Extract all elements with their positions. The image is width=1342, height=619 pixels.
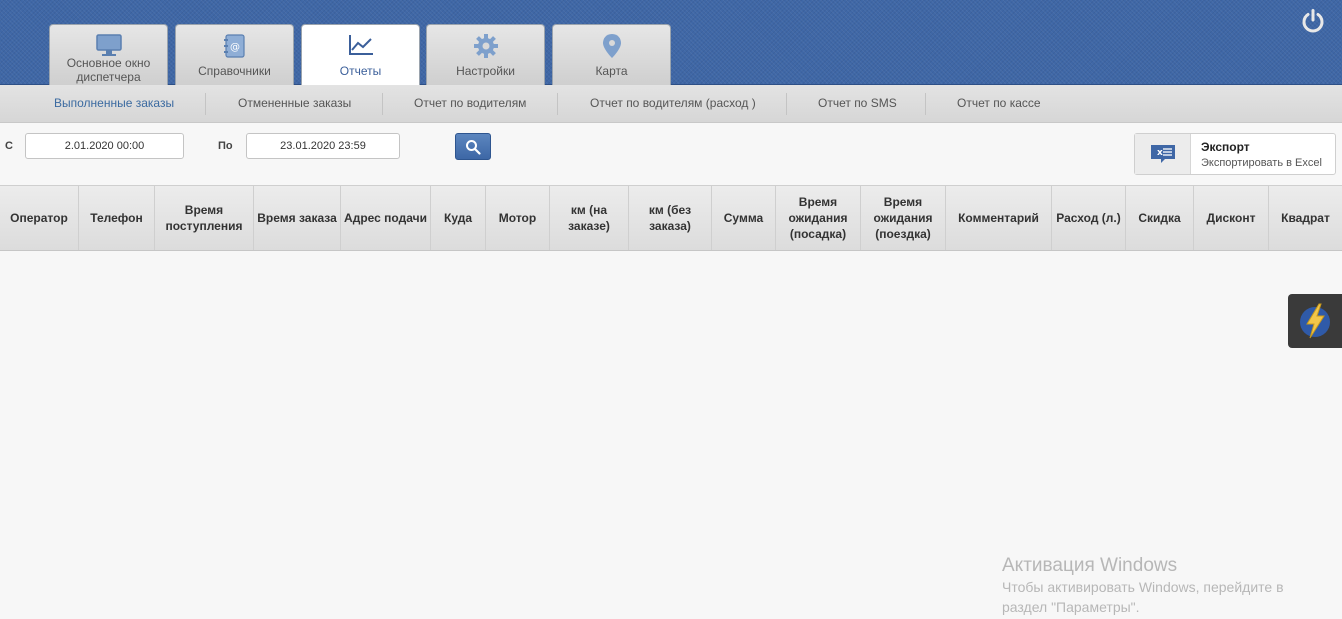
- column-header-wait-trip[interactable]: Время ожидания (поездка): [861, 186, 946, 250]
- subnav-drivers-report[interactable]: Отчет по водителям: [414, 96, 526, 110]
- tab-dispatcher-label-line2: диспетчера: [76, 70, 141, 84]
- export-excel-button[interactable]: x Экспорт Экспортировать в Excel: [1134, 133, 1336, 175]
- svg-text:@: @: [230, 42, 240, 53]
- search-button[interactable]: [455, 133, 491, 160]
- column-header-km-on-order[interactable]: км (на заказе): [550, 186, 629, 250]
- windows-activation-watermark: Активация Windows Чтобы активировать Win…: [1002, 555, 1284, 617]
- tab-settings[interactable]: Настройки: [426, 24, 545, 85]
- column-header-comment[interactable]: Комментарий: [946, 186, 1052, 250]
- lightning-widget[interactable]: [1288, 294, 1342, 348]
- tab-reports[interactable]: Отчеты: [301, 24, 420, 86]
- subnav-cancelled-orders[interactable]: Отмененные заказы: [238, 96, 351, 110]
- tab-dispatcher-window[interactable]: Основное окно диспетчера: [49, 24, 168, 85]
- date-from-input[interactable]: [25, 133, 184, 159]
- column-header-expense[interactable]: Расход (л.): [1052, 186, 1126, 250]
- power-icon[interactable]: [1300, 8, 1326, 34]
- excel-export-icon: x: [1135, 134, 1191, 174]
- subnav-cashbox-report[interactable]: Отчет по кассе: [957, 96, 1041, 110]
- column-header-phone[interactable]: Телефон: [79, 186, 155, 250]
- top-header: Основное окно диспетчера @ Справочники О…: [0, 0, 1342, 86]
- column-header-square[interactable]: Квадрат: [1269, 186, 1342, 250]
- date-from-label: С: [5, 140, 13, 152]
- search-icon: [466, 139, 481, 155]
- subnav-divider: [557, 93, 558, 115]
- date-to-label: По: [218, 140, 233, 152]
- column-header-wait-boarding[interactable]: Время ожидания (посадка): [776, 186, 861, 250]
- subnav-divider: [205, 93, 206, 115]
- column-header-received-time[interactable]: Время поступления: [155, 186, 254, 250]
- subnav-divider: [925, 93, 926, 115]
- watermark-line1: Чтобы активировать Windows, перейдите в: [1002, 579, 1284, 595]
- subnav-divider: [382, 93, 383, 115]
- tab-directories[interactable]: @ Справочники: [175, 24, 294, 85]
- chart-icon: [302, 33, 419, 59]
- subnav-sms-report[interactable]: Отчет по SMS: [818, 96, 897, 110]
- date-to-input[interactable]: [246, 133, 400, 159]
- subnav-drivers-expense-report[interactable]: Отчет по водителям (расход ): [590, 96, 756, 110]
- column-header-operator[interactable]: Оператор: [0, 186, 79, 250]
- tab-map-label: Карта: [595, 64, 628, 78]
- lightning-icon: [1300, 303, 1330, 339]
- column-header-destination[interactable]: Куда: [431, 186, 486, 250]
- reports-subnav: Выполненные заказы Отмененные заказы Отч…: [0, 85, 1342, 123]
- column-header-car[interactable]: Мотор: [486, 186, 550, 250]
- export-subtitle: Экспортировать в Excel: [1201, 157, 1322, 169]
- tab-settings-label: Настройки: [456, 64, 515, 78]
- svg-text:x: x: [1157, 148, 1163, 158]
- map-pin-icon: [553, 33, 670, 59]
- tab-reports-label: Отчеты: [339, 64, 382, 78]
- subnav-divider: [786, 93, 787, 115]
- column-header-discount[interactable]: Скидка: [1126, 186, 1194, 250]
- column-header-pickup-address[interactable]: Адрес подачи: [341, 186, 431, 250]
- tab-directories-label: Справочники: [198, 64, 271, 78]
- subnav-completed-orders[interactable]: Выполненные заказы: [54, 96, 174, 110]
- address-book-icon: @: [176, 33, 293, 59]
- tab-map[interactable]: Карта: [552, 24, 671, 85]
- column-header-order-time[interactable]: Время заказа: [254, 186, 341, 250]
- orders-table-header: Оператор Телефон Время поступления Время…: [0, 185, 1342, 251]
- tab-dispatcher-label-line1: Основное окно: [66, 56, 151, 70]
- gear-icon: [427, 33, 544, 59]
- export-title: Экспорт: [1201, 140, 1250, 154]
- column-header-discount-card[interactable]: Дисконт: [1194, 186, 1269, 250]
- watermark-title: Активация Windows: [1002, 555, 1178, 576]
- column-header-sum[interactable]: Сумма: [712, 186, 776, 250]
- watermark-line2: раздел "Параметры".: [1002, 599, 1140, 615]
- column-header-km-without-order[interactable]: км (без заказа): [629, 186, 712, 250]
